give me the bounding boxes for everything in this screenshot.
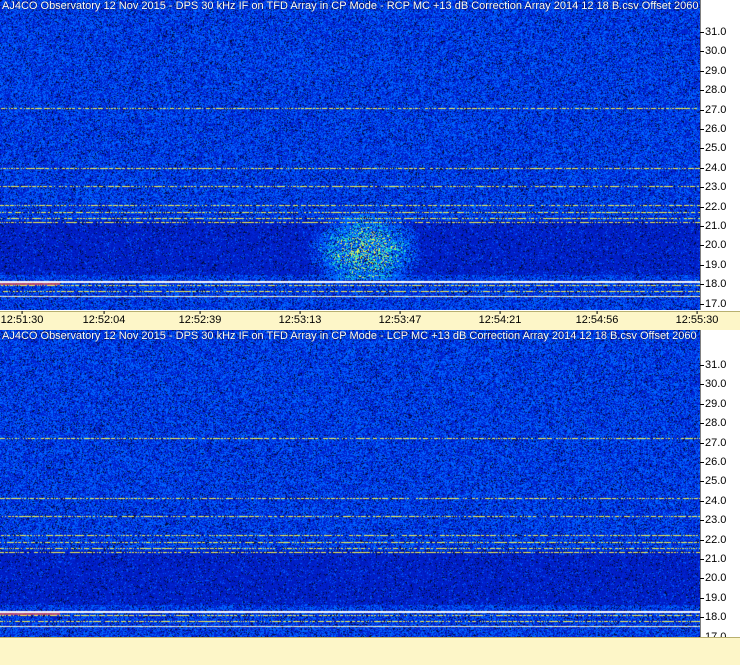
lcp-freq-tick: 24.0 [699, 494, 727, 507]
rcp-spectrogram: AJ4CO Observatory 12 Nov 2015 - DPS 30 k… [0, 0, 700, 310]
time-tick: 12:51:30 [0, 311, 44, 326]
rcp-freq-tick: 26.0 [699, 123, 727, 135]
rcp-freq-tick: 29.0 [699, 64, 727, 77]
rcp-freq-tick: 18.0 [699, 278, 727, 291]
time-tick: 12:53:13 [278, 311, 322, 326]
lcp-freq-tick: 26.0 [699, 456, 727, 468]
lcp-freq-tick: 30.0 [699, 378, 727, 391]
rcp-freq-tick: 19.0 [699, 258, 727, 271]
lcp-spectrogram-canvas [0, 330, 700, 637]
time-tick: 12:52:39 [178, 311, 222, 326]
rcp-freq-tick: 23.0 [699, 181, 727, 194]
lcp-frequency-axis: 31.0 30.0 29.0 28.0 27.0 26.0 25.0 24.0 23.0 22.0… [699, 330, 740, 643]
rcp-title: AJ4CO Observatory 12 Nov 2015 - DPS 30 k… [2, 0, 700, 12]
time-tick: 12:55:30 [675, 311, 719, 326]
rcp-freq-tick: 20.0 [699, 239, 727, 252]
lcp-freq-tick: 31.0 [699, 359, 727, 371]
lcp-freq-tick: 19.0 [699, 591, 727, 604]
time-tick: 12:54:56 [575, 311, 619, 326]
lcp-freq-tick: 29.0 [699, 397, 727, 410]
lcp-freq-tick: 25.0 [699, 475, 727, 488]
lcp-spectrogram: AJ4CO Observatory 12 Nov 2015 - DPS 30 k… [0, 330, 700, 637]
lcp-freq-tick: 21.0 [699, 553, 727, 565]
rcp-freq-tick: 21.0 [699, 220, 727, 232]
lcp-freq-tick: 20.0 [699, 572, 727, 585]
time-tick: 12:52:04 [82, 311, 126, 326]
time-tick: 12:54:21 [478, 311, 522, 326]
lcp-title: AJ4CO Observatory 12 Nov 2015 - DPS 30 k… [2, 330, 700, 342]
lcp-freq-tick: 23.0 [699, 514, 727, 527]
rcp-freq-tick: 25.0 [699, 142, 727, 155]
rcp-spectrogram-canvas [0, 0, 700, 310]
time-tick: 12:53:47 [378, 311, 422, 326]
rcp-freq-tick: 30.0 [699, 45, 727, 58]
rcp-freq-tick: 22.0 [699, 200, 727, 213]
lcp-freq-tick: 22.0 [699, 533, 727, 546]
rcp-freq-tick: 27.0 [699, 103, 727, 116]
lcp-freq-tick: 18.0 [699, 611, 727, 624]
rcp-frequency-axis: 31.0 30.0 29.0 28.0 27.0 26.0 25.0 24.0 23.0 22.0… [699, 0, 740, 310]
bottom-status-bar [0, 637, 740, 665]
rcp-panel: AJ4CO Observatory 12 Nov 2015 - DPS 30 k… [0, 0, 740, 330]
lcp-freq-tick: 27.0 [699, 436, 727, 449]
rcp-freq-tick: 24.0 [699, 161, 727, 174]
lcp-panel: AJ4CO Observatory 12 Nov 2015 - DPS 30 k… [0, 330, 740, 643]
rcp-freq-tick: 28.0 [699, 84, 727, 97]
time-axis: 12:51:30 12:52:04 12:52:39 12:53:13 12:53:47… [0, 311, 740, 330]
rcp-freq-tick: 17.0 [699, 297, 727, 310]
lcp-freq-tick: 28.0 [699, 417, 727, 430]
rcp-freq-tick: 31.0 [699, 26, 727, 38]
